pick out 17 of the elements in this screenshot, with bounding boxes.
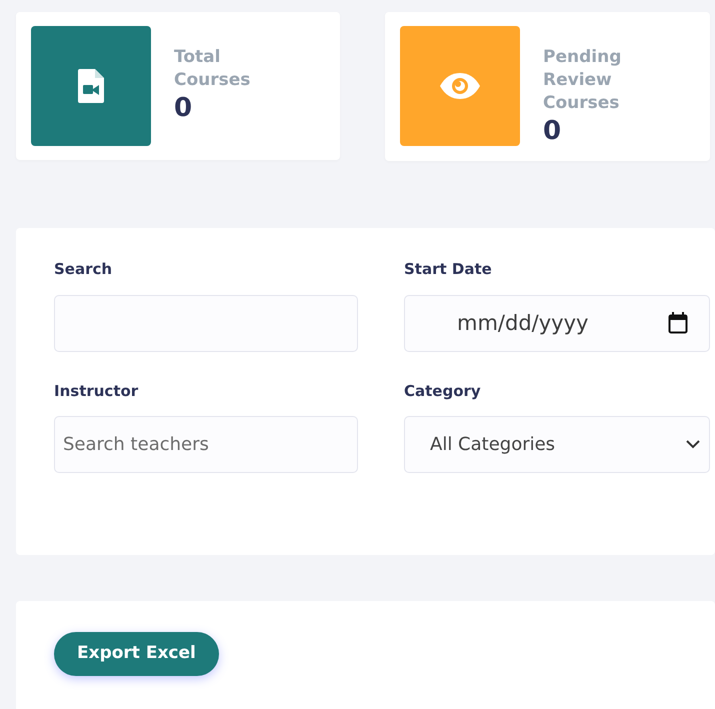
field-label: Instructor xyxy=(54,380,140,402)
date-field[interactable]: mm/dd/yyyy xyxy=(404,294,710,352)
stat-title: Total Courses xyxy=(174,46,252,92)
category-select[interactable]: All Categories xyxy=(404,416,710,473)
video-file-icon xyxy=(78,69,104,103)
stat-value: 0 xyxy=(543,115,562,147)
input-field[interactable] xyxy=(54,294,358,352)
stat-value: 0 xyxy=(174,92,194,124)
chevron-down-icon[interactable] xyxy=(686,440,700,449)
field-label: Category xyxy=(404,380,482,402)
input-field[interactable]: Search teachers xyxy=(54,416,358,473)
field-label: Start Date xyxy=(404,259,493,280)
eye-icon xyxy=(440,73,480,99)
export-button[interactable]: Export Excel xyxy=(54,632,219,676)
calendar-icon[interactable] xyxy=(668,312,688,334)
field-label: Search xyxy=(54,259,114,280)
stat-title: Pending Review Courses xyxy=(543,46,622,115)
